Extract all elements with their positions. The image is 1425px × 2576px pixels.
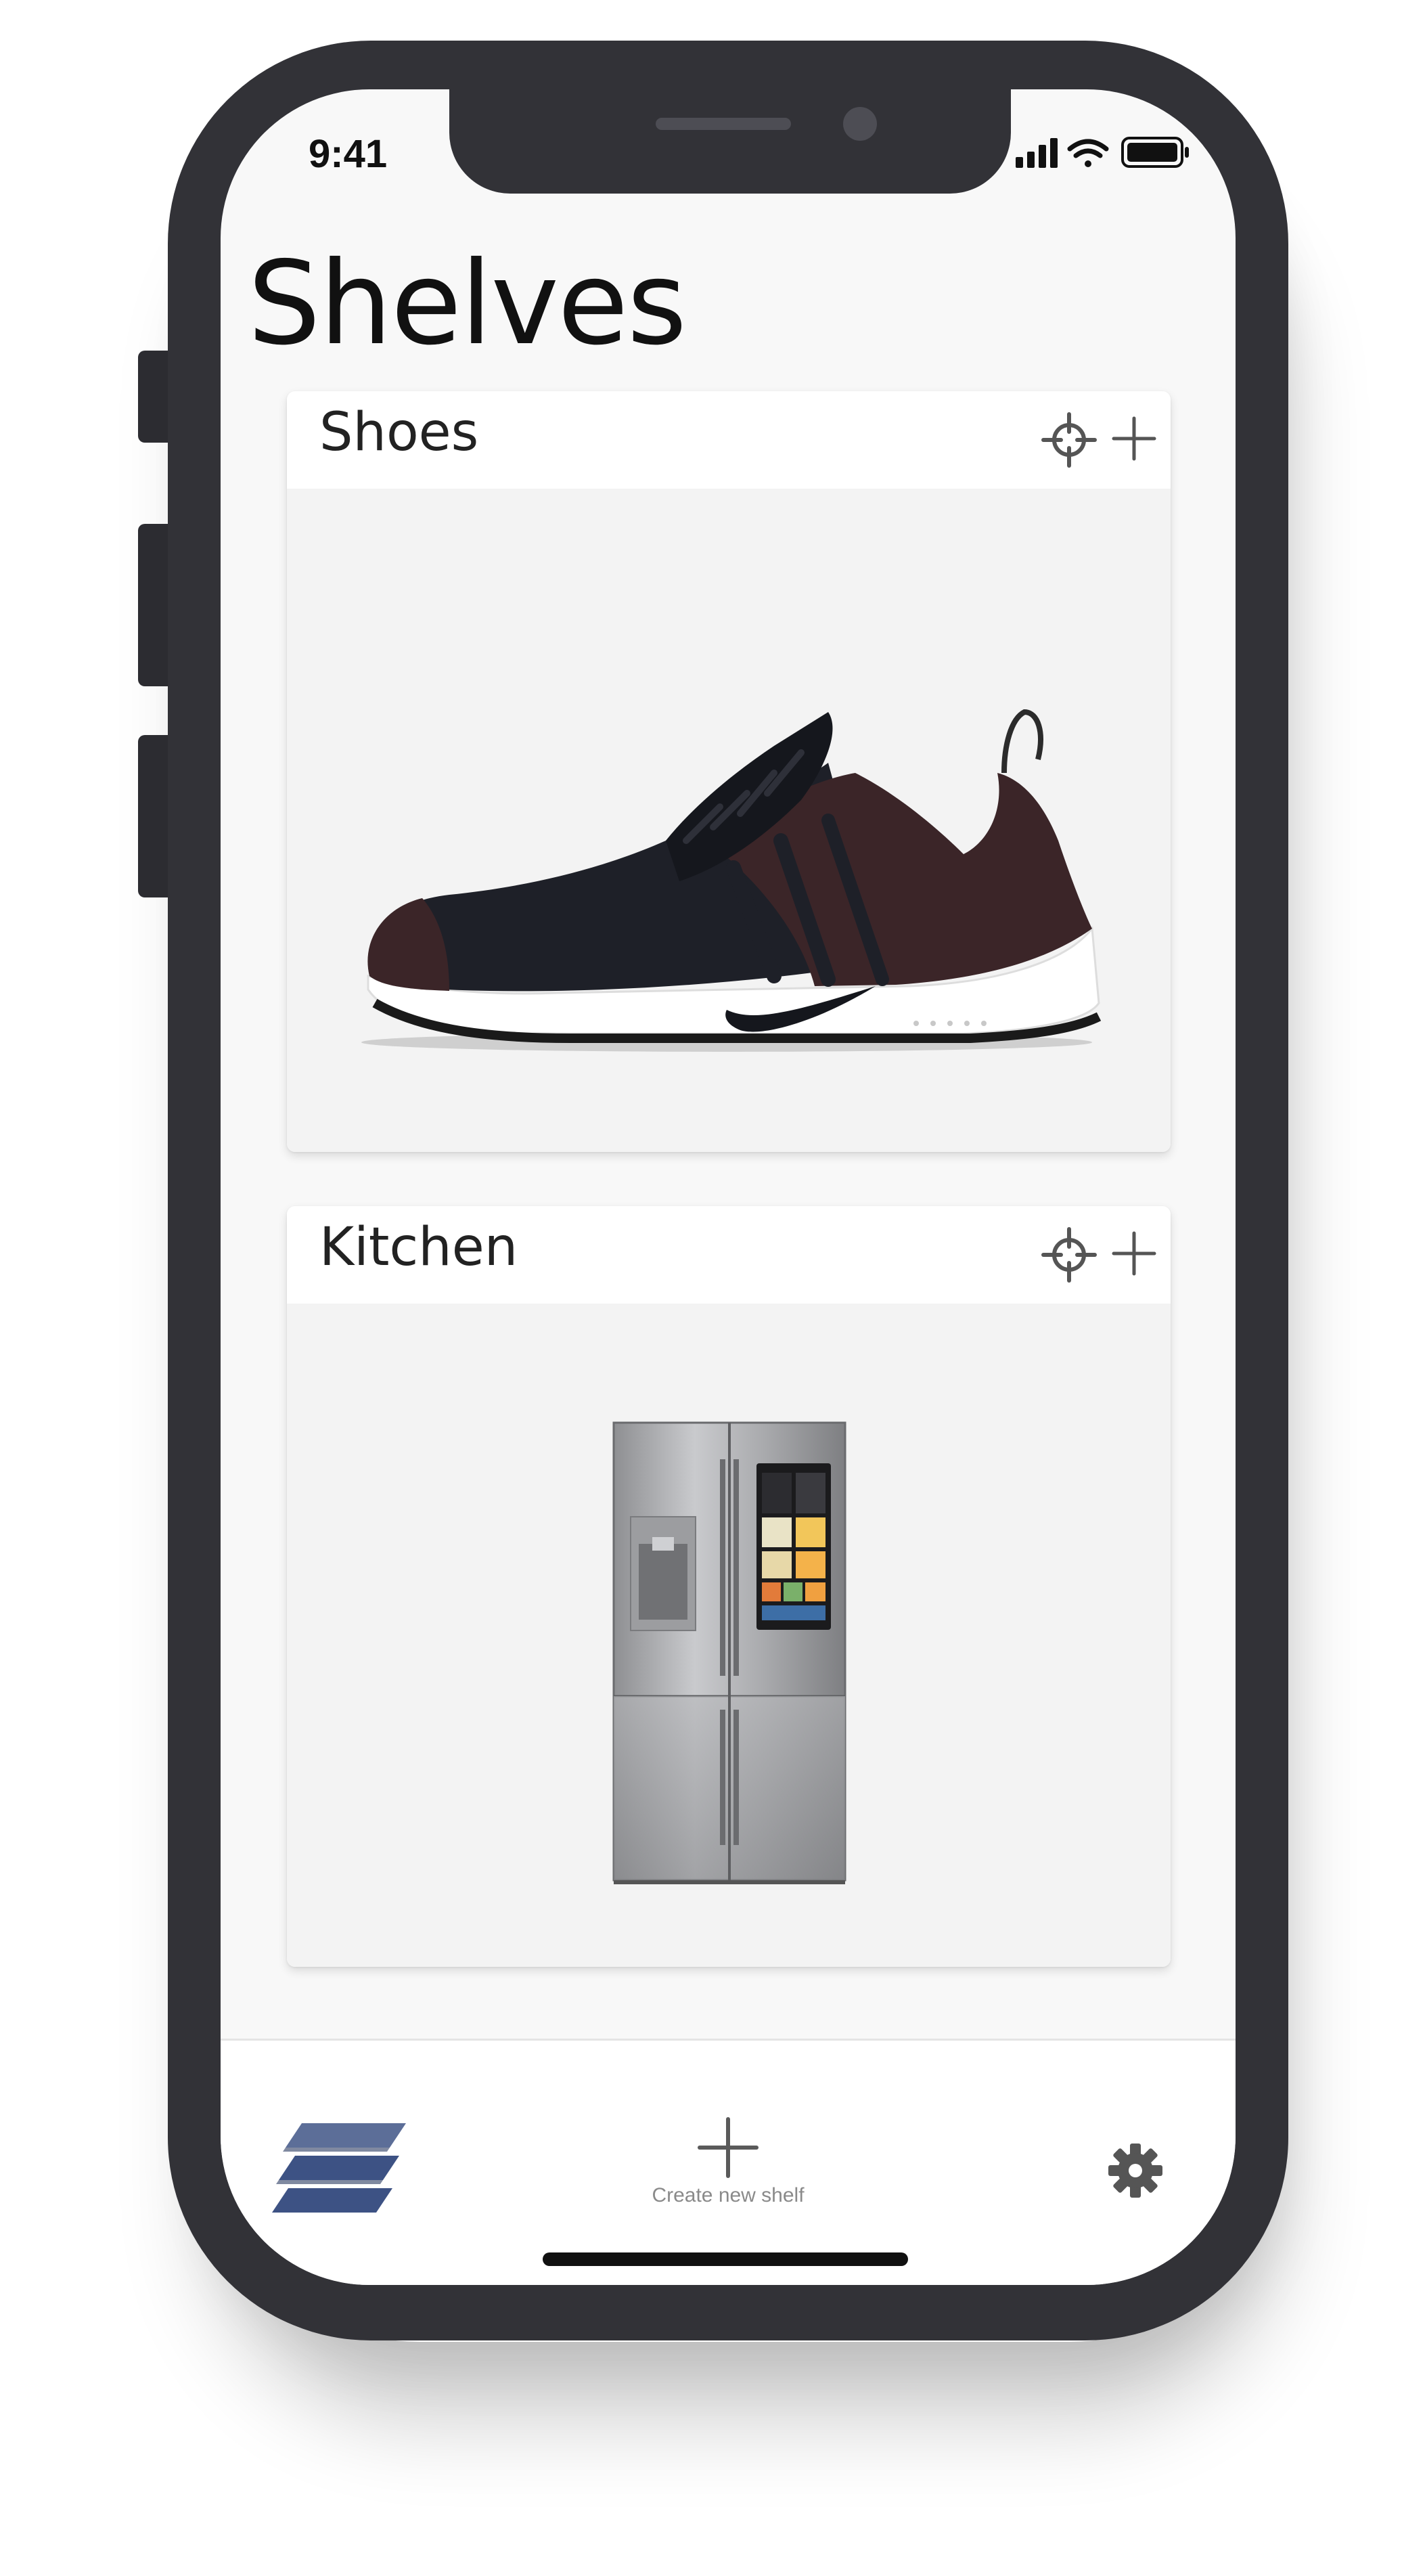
crosshair-icon[interactable] [1041, 1226, 1098, 1283]
bottom-tab-bar: Create new shelf [221, 2039, 1236, 2285]
page-title: Shelves [248, 237, 687, 371]
plus-icon [698, 2117, 759, 2178]
cellular-signal-icon [1016, 138, 1058, 168]
create-new-shelf-button[interactable]: Create new shelf [627, 2116, 830, 2218]
sneaker-image [287, 489, 1171, 1152]
front-camera [843, 107, 877, 141]
plus-icon[interactable] [1110, 1229, 1158, 1278]
status-time: 9:41 [309, 132, 388, 176]
stacked-shelves-icon[interactable] [271, 2116, 406, 2218]
shelf-title: Shoes [319, 402, 479, 463]
device-mockup: 9:41 Shelves Shoes Kitchen Create new sh… [0, 0, 1425, 2576]
home-indicator[interactable] [543, 2252, 908, 2266]
speaker-grille [656, 118, 791, 130]
shelf-card-kitchen[interactable]: Kitchen [287, 1206, 1171, 1967]
shelf-header: Kitchen [287, 1206, 1171, 1304]
refrigerator-image [287, 1304, 1171, 1967]
shelf-title: Kitchen [319, 1217, 518, 1278]
phone-notch [449, 89, 1011, 194]
battery-icon [1121, 137, 1189, 168]
status-icons [1016, 137, 1189, 168]
create-new-shelf-label: Create new shelf [652, 2184, 805, 2206]
gear-icon[interactable] [1107, 2142, 1164, 2199]
shelf-header: Shoes [287, 391, 1171, 489]
shelf-card-shoes[interactable]: Shoes [287, 391, 1171, 1152]
plus-icon[interactable] [1110, 414, 1158, 463]
wifi-icon [1067, 139, 1109, 167]
app-screen: 9:41 Shelves Shoes Kitchen Create new sh… [221, 89, 1236, 2285]
crosshair-icon[interactable] [1041, 412, 1098, 468]
